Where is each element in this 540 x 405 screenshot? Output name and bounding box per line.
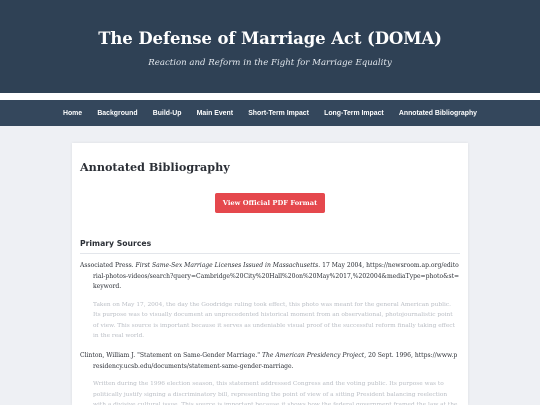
section-divider [80, 253, 460, 254]
bibliography-entry: Clinton, William J. "Statement on Same-G… [80, 351, 460, 405]
citation-title: "Statement on Same-Gender Marriage." [137, 352, 261, 359]
main-nav: Home Background Build-Up Main Event Shor… [0, 100, 540, 126]
nav-link-short-term-impact[interactable]: Short-Term Impact [241, 110, 317, 117]
nav-link-home[interactable]: Home [55, 110, 89, 117]
site-subtitle: Reaction and Reform in the Fight for Mar… [148, 58, 392, 68]
nav-link-build-up[interactable]: Build-Up [145, 110, 189, 117]
site-title: The Defense of Marriage Act (DOMA) [98, 29, 442, 48]
site-header: The Defense of Marriage Act (DOMA) React… [0, 0, 540, 93]
annotation: Taken on May 17, 2004, the day the Goodr… [93, 301, 455, 340]
citation-author: Clinton, William J. [80, 352, 136, 359]
primary-sources-heading: Primary Sources [80, 239, 152, 248]
page-title: Annotated Bibliography [80, 160, 230, 174]
nav-link-background[interactable]: Background [90, 110, 145, 117]
citation-container: The American Presidency Project, [261, 352, 367, 359]
bibliography-entry: Associated Press. First Same-Sex Marriag… [80, 261, 460, 342]
view-pdf-button[interactable]: View Official PDF Format [215, 193, 325, 213]
citation-title: First Same-Sex Marriage Licenses Issued … [135, 262, 321, 269]
citation-date: 20 Sept. 1996, [368, 352, 413, 359]
citation-date: 17 May 2004, [322, 262, 365, 269]
citation-author: Associated Press. [80, 262, 134, 269]
annotation: Written during the 1996 election season,… [93, 381, 458, 405]
content-card: Annotated Bibliography View Official PDF… [72, 143, 468, 405]
nav-list: Home Background Build-Up Main Event Shor… [0, 100, 540, 126]
citation: Clinton, William J. "Statement on Same-G… [80, 351, 460, 372]
nav-link-main-event[interactable]: Main Event [189, 110, 241, 117]
nav-link-long-term-impact[interactable]: Long-Term Impact [317, 110, 392, 117]
nav-link-annotated-bibliography[interactable]: Annotated Bibliography [391, 110, 484, 117]
citation: Associated Press. First Same-Sex Marriag… [80, 261, 460, 293]
header-divider [0, 93, 540, 100]
